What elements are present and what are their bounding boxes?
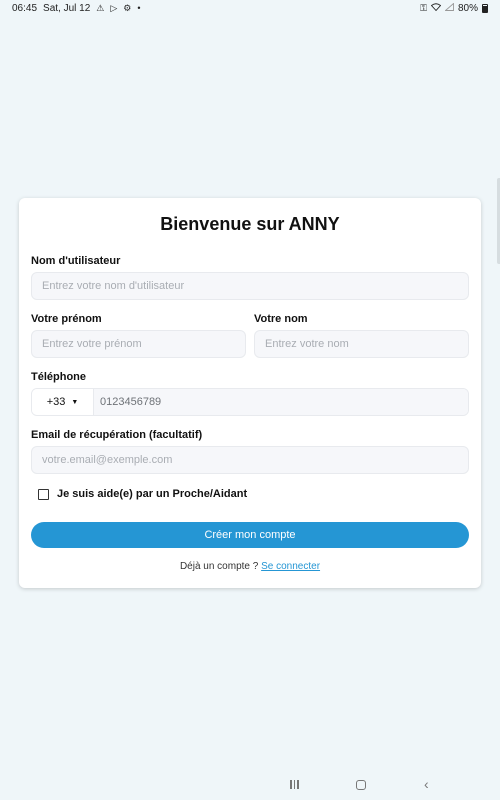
- username-label: Nom d'utilisateur: [31, 255, 121, 267]
- phone-input[interactable]: 0123456789: [94, 389, 468, 415]
- caregiver-option[interactable]: Je suis aide(e) par un Proche/Aidant: [38, 488, 247, 500]
- battery-icon: [482, 3, 488, 13]
- recents-icon[interactable]: [290, 780, 299, 789]
- caregiver-checkbox[interactable]: [38, 488, 49, 500]
- wifi-icon: [430, 3, 442, 13]
- email-placeholder: votre.email@exemple.com: [42, 454, 173, 466]
- warning-icon: ⚠: [96, 2, 105, 13]
- page-title: Bienvenue sur ANNY: [160, 214, 340, 234]
- caregiver-checkbox-label[interactable]: Je suis aide(e) par un Proche/Aidant: [57, 488, 247, 500]
- login-prompt-text: Déjà un compte ?: [179, 561, 259, 572]
- phone-placeholder: 0123456789: [100, 396, 162, 408]
- username-placeholder: Entrez votre nom d'utilisateur: [42, 280, 185, 292]
- home-icon[interactable]: [356, 780, 366, 790]
- firstname-label: Votre prénom: [31, 313, 102, 325]
- settings-icon: ⚙: [123, 2, 132, 13]
- battery-percent: 80%: [457, 2, 478, 14]
- navigation-bar: ‹: [0, 772, 500, 800]
- phone-label: Téléphone: [31, 371, 87, 383]
- play-store-icon: ▷: [110, 2, 118, 13]
- login-prompt-row: Déjà un compte ? Se connecter: [19, 561, 481, 572]
- lastname-group: Votre nom Entrez votre nom: [254, 312, 469, 358]
- email-group: Email de récupération (facultatif) votre…: [31, 428, 469, 474]
- status-bar: 06:45 Sat, Jul 12 ⚠ ▷ ⚙ • ⚿ 80%: [0, 0, 500, 16]
- create-account-button[interactable]: Créer mon compte: [31, 522, 469, 548]
- status-dot: •: [137, 2, 141, 13]
- username-group: Nom d'utilisateur Entrez votre nom d'uti…: [31, 254, 469, 300]
- phone-field: +33 ▼ 0123456789: [31, 388, 469, 416]
- firstname-input[interactable]: Entrez votre prénom: [31, 330, 246, 358]
- email-input[interactable]: votre.email@exemple.com: [31, 446, 469, 474]
- username-input[interactable]: Entrez votre nom d'utilisateur: [31, 272, 469, 300]
- lastname-input[interactable]: Entrez votre nom: [254, 330, 469, 358]
- phone-group: Téléphone +33 ▼ 0123456789: [31, 370, 469, 416]
- back-icon[interactable]: ‹: [424, 777, 429, 791]
- chevron-down-icon: ▼: [71, 398, 79, 406]
- country-code-value: +33: [46, 396, 66, 408]
- firstname-group: Votre prénom Entrez votre prénom: [31, 312, 246, 358]
- country-code-dropdown[interactable]: +33 ▼: [32, 389, 94, 415]
- key-icon: ⚿: [420, 2, 427, 13]
- status-date: Sat, Jul 12: [43, 2, 91, 14]
- registration-card: Bienvenue sur ANNY Nom d'utilisateur Ent…: [19, 198, 481, 588]
- login-link[interactable]: Se connecter: [261, 561, 320, 572]
- status-time: 06:45: [12, 2, 38, 14]
- firstname-placeholder: Entrez votre prénom: [42, 338, 142, 350]
- signal-icon: [444, 2, 454, 13]
- lastname-placeholder: Entrez votre nom: [265, 338, 349, 350]
- lastname-label: Votre nom: [254, 313, 308, 325]
- email-label: Email de récupération (facultatif): [31, 429, 203, 441]
